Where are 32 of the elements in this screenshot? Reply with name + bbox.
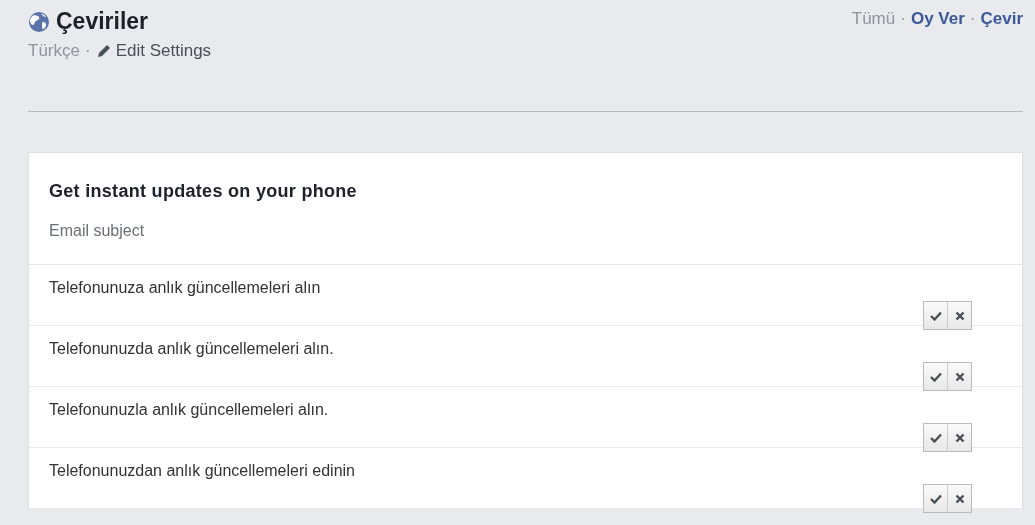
separator-dot: · [969,9,976,29]
approve-button[interactable] [923,423,948,452]
pencil-icon [95,43,111,59]
card-heading: Get instant updates on your phone [49,181,358,202]
check-icon [929,493,942,504]
close-icon [954,371,965,382]
reject-button[interactable] [947,301,972,330]
reject-button[interactable] [947,423,972,452]
translation-text: Telefonunuzdan anlık güncellemeleri edinin [49,462,355,480]
close-icon [954,493,965,504]
nav-link[interactable]: Çevir [980,9,1023,29]
language-label: Türkçe [28,41,80,61]
approve-button[interactable] [923,301,948,330]
page-title: Çeviriler [56,8,149,35]
approve-button[interactable] [923,484,948,513]
globe-icon [28,10,50,33]
reject-button[interactable] [947,362,972,391]
translation-text: Telefonunuzla anlık güncellemeleri alın. [49,401,329,419]
translation-text: Telefonunuza anlık güncellemeleri alın [49,279,321,297]
check-icon [929,310,942,321]
check-icon [929,371,942,382]
reject-button[interactable] [947,484,972,513]
check-icon [929,432,942,443]
edit-settings-link[interactable]: Edit Settings [115,41,212,61]
close-icon [954,432,965,443]
translation-text: Telefonunuzda anlık güncellemeleri alın. [49,340,334,358]
separator-dot: · [84,41,91,61]
card-subtitle: Email subject [49,222,146,240]
nav-link[interactable]: Oy Ver [910,9,965,29]
close-icon [954,310,965,321]
separator-dot: · [900,9,906,29]
approve-button[interactable] [923,362,948,391]
